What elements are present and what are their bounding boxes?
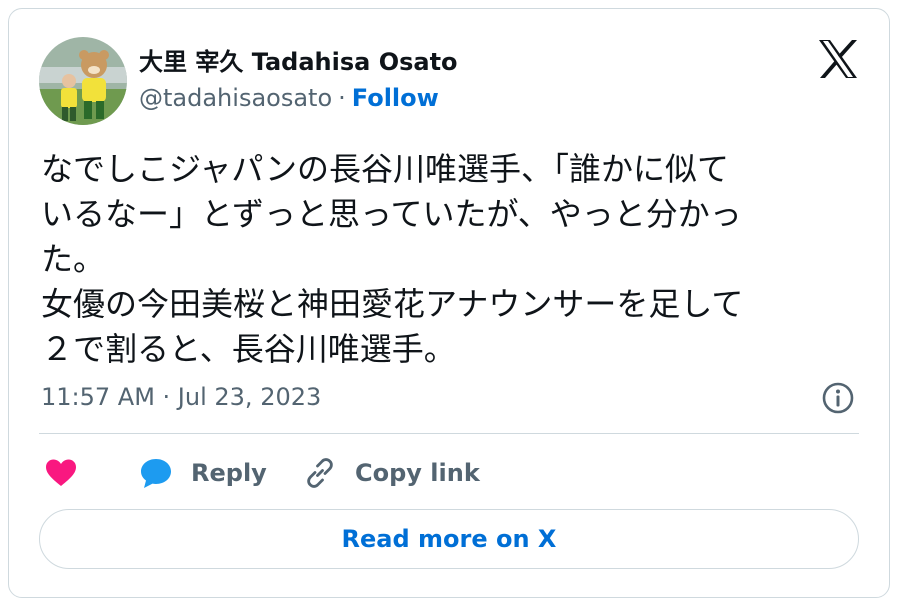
copy-link-button[interactable]: Copy link [303,455,480,491]
tweet-card: 大里 宰久 Tadahisa Osato @tadahisaosato · Foll… [8,8,890,598]
author-handle[interactable]: @tadahisaosato [139,84,332,112]
read-more-button[interactable]: Read more on X [39,509,859,569]
author-handle-row: @tadahisaosato · Follow [139,84,439,112]
x-logo-icon[interactable] [817,39,859,79]
info-icon[interactable] [821,381,855,415]
divider [39,433,859,434]
reply-label: Reply [191,459,267,487]
reply-button[interactable]: Reply [139,455,267,491]
link-icon [307,458,333,488]
tweet-text: なでしこジャパンの長谷川唯選手、「誰かに似て いるなー」とずっと思っていたが、や… [41,147,861,372]
author-name[interactable]: 大里 宰久 Tadahisa Osato [139,42,458,77]
avatar[interactable] [39,37,127,125]
copy-link-label: Copy link [355,459,480,487]
tweet-line: た。 [41,240,106,278]
tweet-timestamp[interactable]: 11:57 AM · Jul 23, 2023 [41,383,321,411]
tweet-line: 女優の今田美桜と神田愛花アナウンサーを足して [41,285,744,323]
tweet-line: なでしこジャパンの長谷川唯選手、「誰かに似て [41,150,730,188]
heart-icon [46,459,76,486]
like-button[interactable] [45,455,77,491]
speech-bubble-icon [141,459,171,488]
tweet-line: ２で割ると、長谷川唯選手。 [41,330,456,368]
tweet-line: いるなー」とずっと思っていたが、やっと分かっ [41,195,742,233]
follow-link[interactable]: Follow [352,84,439,112]
separator-dot: · [338,84,346,112]
avatar-photo [39,37,127,125]
